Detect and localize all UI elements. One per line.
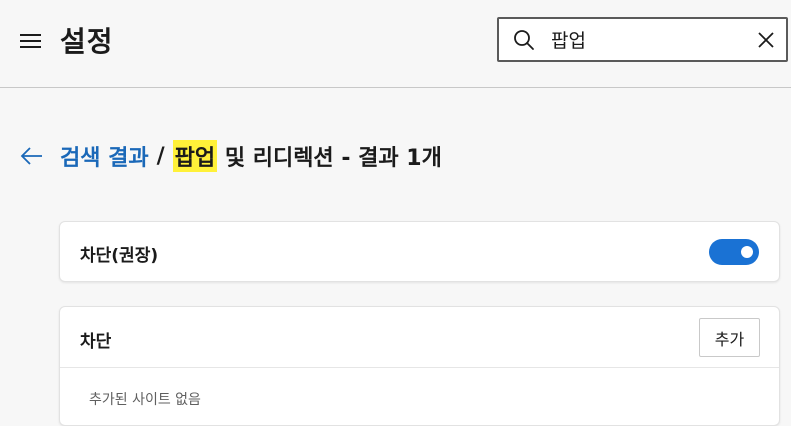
search-term-highlight: 팝업	[172, 140, 218, 172]
arrow-left-icon[interactable]	[20, 143, 46, 169]
hamburger-menu-icon[interactable]	[16, 26, 46, 56]
block-recommended-toggle[interactable]	[709, 239, 759, 265]
breadcrumb: 검색 결과 / 팝업 및 리디렉션 - 결과 1개	[20, 136, 442, 176]
page-title: 설정	[60, 25, 114, 58]
block-recommended-label: 차단(권장)	[80, 246, 159, 266]
settings-header: 설정	[0, 0, 791, 88]
search-input[interactable]	[551, 25, 741, 54]
breadcrumb-section-title: 및 리디렉션 - 결과 1개	[217, 146, 442, 171]
empty-list-text: 추가된 사이트 없음	[89, 392, 201, 408]
settings-search-box[interactable]	[497, 17, 788, 62]
block-list-card: 차단 추가 추가된 사이트 없음	[59, 306, 780, 426]
block-recommended-card: 차단(권장)	[59, 221, 780, 282]
divider	[60, 367, 779, 368]
search-icon	[513, 29, 535, 51]
add-site-button[interactable]: 추가	[699, 318, 760, 357]
breadcrumb-separator: /	[156, 143, 165, 169]
breadcrumb-search-results-link[interactable]: 검색 결과	[60, 140, 149, 172]
block-list-label: 차단	[80, 332, 112, 352]
close-icon[interactable]	[754, 28, 778, 52]
toggle-knob	[741, 246, 753, 258]
